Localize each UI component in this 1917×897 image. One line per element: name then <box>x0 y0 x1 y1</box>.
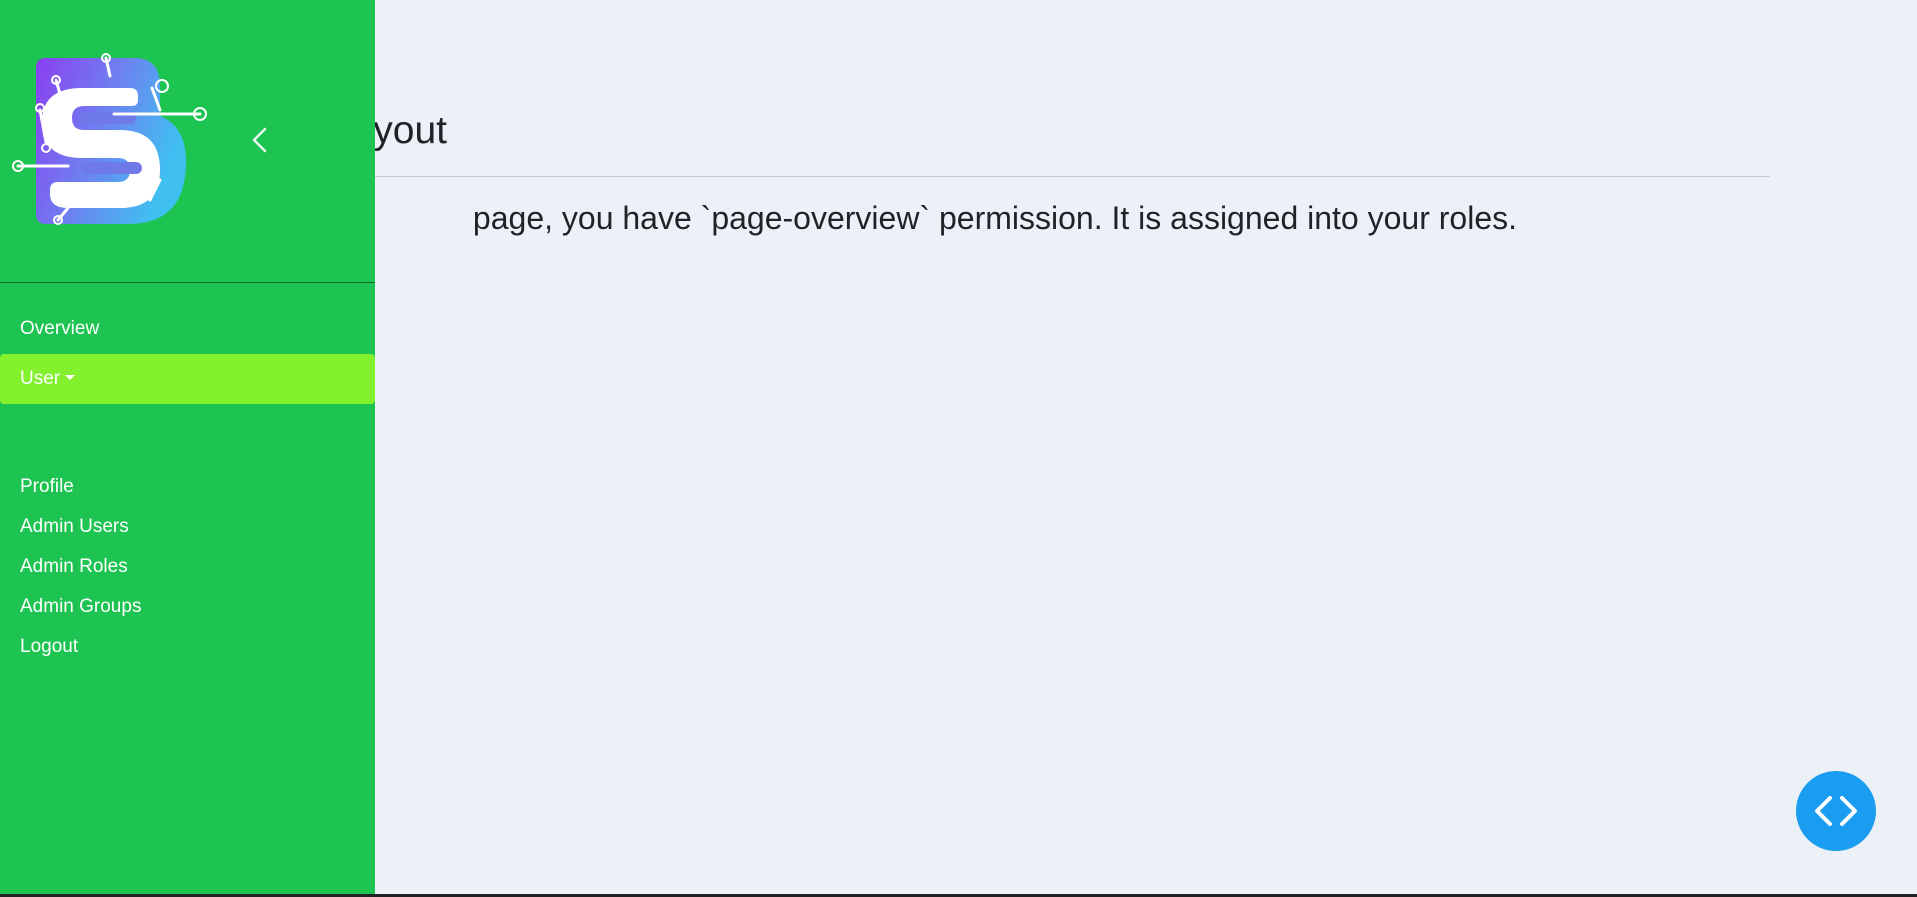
sidebar-item-logout[interactable]: Logout <box>20 635 78 659</box>
code-brackets-icon <box>1815 796 1857 826</box>
logo-s-icon <box>12 53 207 225</box>
sidebar-collapse-button[interactable] <box>244 122 274 158</box>
caret-down-icon <box>65 374 76 380</box>
brand-logo[interactable] <box>10 50 210 230</box>
sidebar-item-user-dropdown[interactable]: User <box>0 354 375 404</box>
sidebar: Overview User Profile Admin Users Admin … <box>0 0 375 894</box>
sidebar-divider <box>0 282 375 283</box>
sidebar-item-overview[interactable]: Overview <box>20 317 99 341</box>
sidebar-item-admin-users[interactable]: Admin Users <box>20 515 129 539</box>
sidebar-item-admin-groups[interactable]: Admin Groups <box>20 595 141 619</box>
app-window: yout page, you have `page-overview` perm… <box>0 0 1917 894</box>
code-toggle-button[interactable] <box>1796 771 1876 851</box>
chevron-left-icon <box>252 127 267 153</box>
sidebar-item-admin-roles[interactable]: Admin Roles <box>20 555 128 579</box>
sidebar-item-profile[interactable]: Profile <box>20 475 74 499</box>
sidebar-item-user-label: User <box>20 367 76 391</box>
sidebar-item-user-text: User <box>20 368 61 389</box>
